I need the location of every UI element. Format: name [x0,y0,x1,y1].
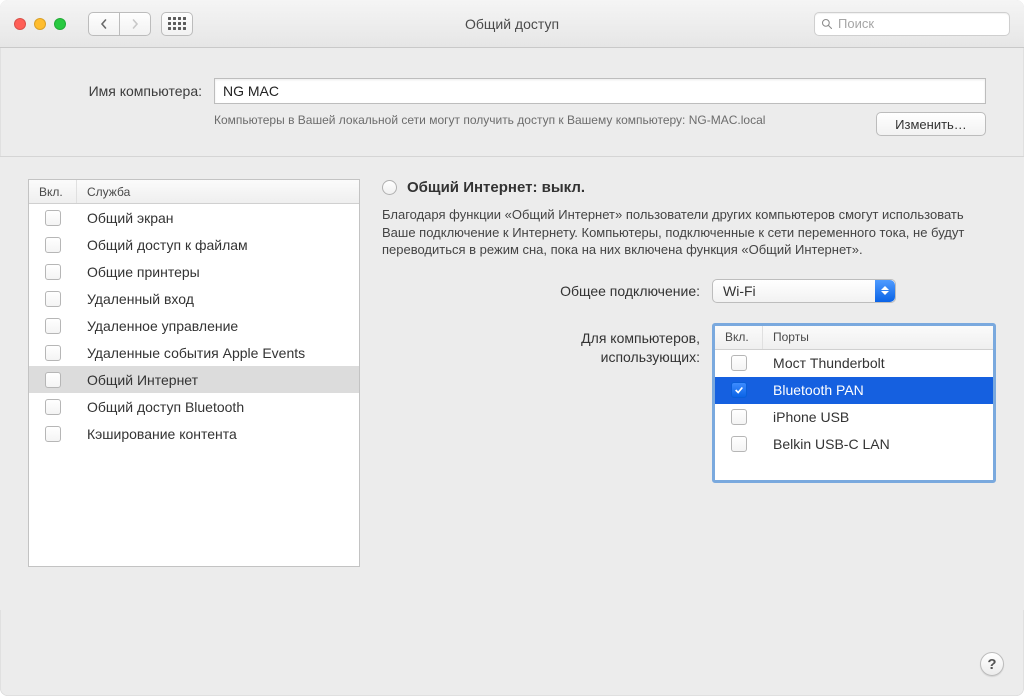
nav-back-forward [88,12,151,36]
service-row[interactable]: Общий доступ к файлам [29,231,359,258]
services-body: Общий экран Общий доступ к файлам Общие пр… [29,204,359,566]
main-content: Вкл. Служба Общий экран Общий доступ к фа… [0,156,1024,610]
minimize-icon[interactable] [34,18,46,30]
port-checkbox-cell [715,355,763,371]
checkbox[interactable] [45,210,61,226]
chevron-left-icon [99,19,109,29]
port-row[interactable]: Мост Thunderbolt [715,350,993,377]
service-row[interactable]: Удаленные события Apple Events [29,339,359,366]
checkbox[interactable] [45,399,61,415]
port-row[interactable]: Belkin USB-C LAN [715,431,993,458]
port-label: Мост Thunderbolt [763,355,885,371]
service-row[interactable]: Общий экран [29,204,359,231]
checkbox[interactable] [731,409,747,425]
ports-body: Мост Thunderbolt Bluetooth PAN iPhone USB B… [715,350,993,480]
edit-button[interactable]: Изменить… [876,112,986,136]
checkbox[interactable] [45,318,61,334]
help-button[interactable]: ? [980,652,1004,676]
service-checkbox-cell [29,264,77,280]
port-checkbox-cell [715,382,763,398]
port-label: Bluetooth PAN [763,382,864,398]
service-checkbox-cell [29,237,77,253]
checkbox[interactable] [45,264,61,280]
close-icon[interactable] [14,18,26,30]
checkbox[interactable] [731,436,747,452]
title-bar: Общий доступ [0,0,1024,48]
col-header-on[interactable]: Вкл. [29,180,77,203]
window-controls [14,18,66,30]
checkbox[interactable] [45,372,61,388]
search-input[interactable] [838,16,1003,31]
service-checkbox-cell [29,426,77,442]
computer-name-label: Имя компьютера: [38,83,214,99]
service-label: Общий доступ к файлам [77,237,248,253]
checkbox[interactable] [45,345,61,361]
checkbox[interactable] [731,382,747,398]
computer-name-input[interactable] [214,78,986,104]
ports-label: Для компьютеров, использующих: [382,323,712,483]
detail-desc: Благодаря функции «Общий Интернет» польз… [382,206,996,259]
service-checkbox-cell [29,210,77,226]
port-checkbox-cell [715,436,763,452]
service-row[interactable]: Удаленный вход [29,285,359,312]
service-label: Кэширование контента [77,426,237,442]
select-stepper-icon [875,280,895,302]
zoom-icon[interactable] [54,18,66,30]
chevron-right-icon [130,19,140,29]
detail-title: Общий Интернет: выкл. [407,179,585,196]
service-checkbox-cell [29,345,77,361]
ports-col-on[interactable]: Вкл. [715,326,763,349]
share-connection-select[interactable]: Wi-Fi [712,279,896,303]
checkbox[interactable] [45,237,61,253]
ports-col-name[interactable]: Порты [763,326,993,349]
checkbox[interactable] [45,426,61,442]
port-row[interactable]: iPhone USB [715,404,993,431]
port-row[interactable]: Bluetooth PAN [715,377,993,404]
service-row[interactable]: Удаленное управление [29,312,359,339]
share-connection-row: Общее подключение: Wi-Fi [382,279,996,303]
grid-icon [168,17,186,30]
service-checkbox-cell [29,291,77,307]
search-icon [821,18,833,30]
forward-button[interactable] [119,12,151,36]
detail-header: Общий Интернет: выкл. [382,179,996,196]
ports-row: Для компьютеров, использующих: Вкл. Порт… [382,323,996,483]
service-detail: Общий Интернет: выкл. Благодаря функции … [382,179,996,610]
service-row[interactable]: Кэширование контента [29,420,359,447]
services-header: Вкл. Служба [29,180,359,204]
col-header-service[interactable]: Служба [77,180,359,203]
service-checkbox-cell [29,399,77,415]
status-indicator-icon [382,180,397,195]
checkbox[interactable] [731,355,747,371]
service-label: Удаленное управление [77,318,238,334]
service-label: Удаленный вход [77,291,194,307]
service-checkbox-cell [29,372,77,388]
port-checkbox-cell [715,409,763,425]
service-checkbox-cell [29,318,77,334]
share-connection-label: Общее подключение: [382,283,712,299]
service-row[interactable]: Общие принтеры [29,258,359,285]
sharing-prefpane-window: Общий доступ Имя компьютера: Компьютеры … [0,0,1024,696]
checkbox[interactable] [45,291,61,307]
share-connection-value: Wi-Fi [723,283,756,299]
port-label: iPhone USB [763,409,849,425]
services-list: Вкл. Служба Общий экран Общий доступ к фа… [28,179,360,567]
back-button[interactable] [88,12,120,36]
service-label: Общий доступ Bluetooth [77,399,244,415]
show-all-button[interactable] [161,12,193,36]
service-label: Удаленные события Apple Events [77,345,305,361]
computer-name-desc: Компьютеры в Вашей локальной сети могут … [214,112,862,136]
service-row[interactable]: Общий доступ Bluetooth [29,393,359,420]
search-field[interactable] [814,12,1010,36]
service-label: Общий Интернет [77,372,198,388]
ports-header: Вкл. Порты [715,326,993,350]
service-label: Общие принтеры [77,264,200,280]
computer-name-section: Имя компьютера: Компьютеры в Вашей локал… [0,48,1024,156]
service-label: Общий экран [77,210,174,226]
ports-table: Вкл. Порты Мост Thunderbolt Bluetooth PAN… [712,323,996,483]
service-row[interactable]: Общий Интернет [29,366,359,393]
port-label: Belkin USB-C LAN [763,436,890,452]
